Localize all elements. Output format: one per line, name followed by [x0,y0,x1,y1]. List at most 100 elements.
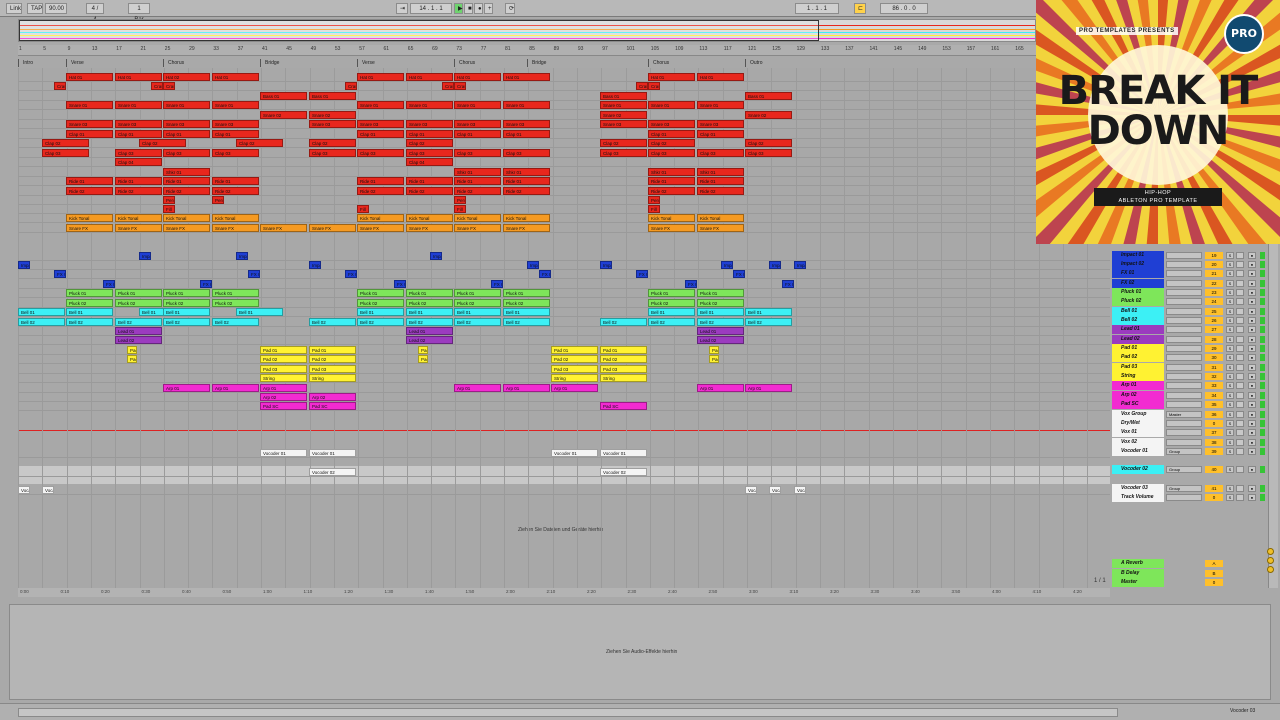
clip[interactable]: FX 0 [248,270,260,278]
track-lane[interactable] [18,261,1110,270]
track-number[interactable]: 24 [1205,298,1223,305]
track-number[interactable]: 35 [1205,401,1223,408]
clip[interactable]: Ride 02 [212,187,259,195]
clip[interactable]: Arp 01 [163,384,210,392]
solo-button[interactable]: S [1226,261,1234,268]
return-track-number[interactable]: A [1205,560,1223,567]
automation-line[interactable] [18,430,1110,431]
clip[interactable]: FX 0 [782,280,794,288]
clip[interactable]: Clap 01 [503,130,550,138]
track-header[interactable]: String 32 S ● [1112,372,1268,381]
clip[interactable]: Clap 01 [697,130,744,138]
solo-button[interactable]: S [1226,252,1234,259]
track-output-select[interactable] [1166,308,1202,315]
clip[interactable]: Arp 01 [551,384,598,392]
clip[interactable]: Shkr 01 [163,168,210,176]
clip[interactable]: Clap 03 [503,149,550,157]
clip[interactable]: Snare 02 [600,111,647,119]
clip[interactable]: Ride 02 [648,187,695,195]
track-output-select[interactable]: Group [1166,466,1202,473]
clip[interactable]: Pluck 01 [357,289,404,297]
track-lane[interactable] [18,402,1110,411]
clip[interactable]: Pad 02 [600,355,647,363]
clip[interactable]: Impa [721,261,733,269]
mute-button[interactable] [1236,466,1244,473]
clip[interactable]: Pad 01 [600,346,647,354]
track-lane[interactable] [18,393,1110,402]
clip[interactable]: Hat 01 [115,73,162,81]
clip[interactable]: Impa [794,261,806,269]
track-number[interactable]: 19 [1205,252,1223,259]
clip[interactable]: Fill [454,205,466,213]
clip[interactable]: FX 0 [200,280,212,288]
clip[interactable]: Pad 02 [309,355,356,363]
clip[interactable]: Ride 02 [163,187,210,195]
track-name[interactable]: Vox Group [1112,410,1164,419]
track-name[interactable]: Arp 01 [1112,381,1164,390]
clip[interactable]: Bell 02 [212,318,259,326]
clip[interactable]: Bass 01 [309,92,356,100]
return-track[interactable]: A Reverb A [1112,559,1268,568]
clip[interactable]: Clap 04 [406,158,453,166]
track-name[interactable]: Lead 01 [1112,325,1164,334]
locator-bridge[interactable]: Bridge [260,59,279,67]
track-number[interactable]: 39 [1205,448,1223,455]
track-output-select[interactable] [1166,326,1202,333]
return-track[interactable]: Master 0 [1112,578,1268,587]
clip[interactable]: Voca [769,486,781,494]
track-output-select[interactable] [1166,261,1202,268]
clip[interactable]: Bell 02 [648,318,695,326]
clip[interactable]: Bell 02 [66,318,113,326]
clip[interactable]: Pluck 02 [115,299,162,307]
clip[interactable]: Pad 01 [309,346,356,354]
clip[interactable]: Kick Tonal [212,214,259,222]
clip[interactable]: Hat 01 [697,73,744,81]
mute-button[interactable] [1236,289,1244,296]
clip[interactable]: Pluck 02 [697,299,744,307]
clip[interactable]: Perc [454,196,466,204]
clip[interactable]: String [260,374,307,382]
track-number[interactable]: 31 [1205,364,1223,371]
clip[interactable]: Ride 01 [163,177,210,185]
clip[interactable]: Bass 01 [600,92,647,100]
track-number[interactable]: 32 [1205,373,1223,380]
song-position-field[interactable]: 14 . 1 . 1 [410,3,452,14]
clip[interactable]: Snare 01 [406,101,453,109]
clip[interactable]: Ride 02 [115,187,162,195]
track-output-select[interactable] [1166,420,1202,427]
track-header[interactable]: Vox 02 38 S ● [1112,438,1268,447]
track-header[interactable]: FX 02 22 S ● [1112,279,1268,288]
clip[interactable]: Snare 03 [697,120,744,128]
clip[interactable]: Ride 01 [357,177,404,185]
clip[interactable]: Bell 01 [406,308,453,316]
track-output-select[interactable] [1166,317,1202,324]
solo-button[interactable]: S [1226,336,1234,343]
clip[interactable]: String [309,374,356,382]
mute-button[interactable] [1236,308,1244,315]
clip[interactable]: Snare 01 [503,101,550,109]
clip[interactable]: Vocoder 01 [260,449,307,457]
play-icon[interactable]: ▶ [454,3,463,14]
clip[interactable]: Vocoder 01 [551,449,598,457]
clip[interactable]: Pad 03 [260,365,307,373]
clip[interactable]: Bell 01 [236,308,283,316]
track-header[interactable]: Pad SC 35 S ● [1112,400,1268,409]
clip[interactable]: Clap 02 [139,139,186,147]
solo-button[interactable]: S [1226,270,1234,277]
track-number[interactable]: 40 [1205,466,1223,473]
track-name[interactable]: Pad 01 [1112,344,1164,353]
track-output-select[interactable] [1166,439,1202,446]
clip[interactable]: Ride 01 [454,177,501,185]
track-number[interactable]: 38 [1205,439,1223,446]
track-lane[interactable] [18,280,1110,289]
clip[interactable]: Ride 01 [697,177,744,185]
record-icon[interactable]: ● [474,3,483,14]
arm-button[interactable]: ● [1248,289,1256,296]
time-signature-field[interactable]: 4 / 4 [86,3,104,23]
track-output-select[interactable] [1166,373,1202,380]
solo-button[interactable]: S [1226,439,1234,446]
clip[interactable]: Lead 01 [115,327,162,335]
clip[interactable]: Ride 02 [454,187,501,195]
mute-button[interactable] [1236,364,1244,371]
track-header[interactable]: Pluck 01 23 S ● [1112,288,1268,297]
